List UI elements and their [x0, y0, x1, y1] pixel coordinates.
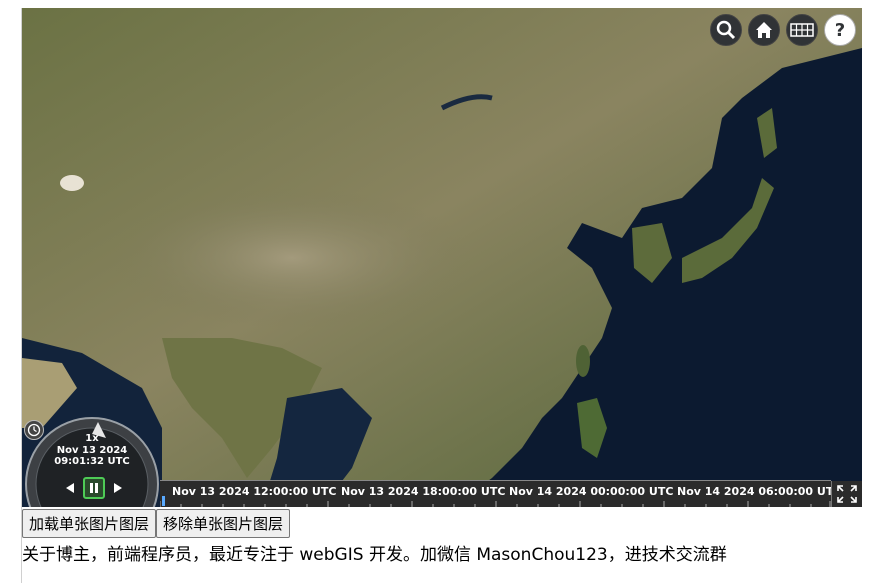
timeline-needle[interactable]: [162, 496, 165, 506]
help-icon: ?: [826, 16, 854, 44]
load-image-layer-button[interactable]: 加载单张图片图层: [22, 509, 157, 538]
svg-text:?: ?: [835, 20, 845, 41]
animation-time: 09:01:32 UTC: [54, 456, 130, 467]
fullscreen-button[interactable]: [831, 481, 862, 507]
animation-widget[interactable]: 1x Nov 13 2024 09:01:32 UTC: [22, 412, 162, 507]
viewer-toolbar: ?: [710, 14, 856, 46]
cesium-viewer[interactable]: ? 1x Nov 13 2024 09:01:32 UTC Nov 13 202…: [22, 8, 862, 507]
help-button[interactable]: ?: [824, 14, 856, 46]
search-icon: [716, 20, 736, 40]
remove-image-layer-button[interactable]: 移除单张图片图层: [156, 509, 291, 538]
action-buttons: 加载单张图片图层 移除单张图片图层: [22, 509, 291, 538]
search-button[interactable]: [710, 14, 742, 46]
animation-date: Nov 13 2024: [56, 445, 128, 456]
scene-mode-button[interactable]: [786, 14, 818, 46]
timeline-ticks: [160, 501, 831, 507]
pause-icon: [90, 483, 98, 493]
timeline[interactable]: Nov 13 2024 12:00:00 UTC Nov 13 2024 18:…: [160, 480, 841, 507]
play-reverse-icon[interactable]: [63, 481, 77, 495]
fullscreen-icon: [837, 485, 857, 503]
home-button[interactable]: [748, 14, 780, 46]
author-note: 关于博主，前端程序员，最近专注于 webGIS 开发。加微信 MasonChou…: [22, 545, 727, 565]
play-icon[interactable]: [111, 481, 125, 495]
animation-speed: 1x: [85, 433, 99, 444]
home-icon: [756, 22, 772, 38]
pause-button[interactable]: [83, 477, 105, 499]
grid-icon: [790, 23, 814, 37]
